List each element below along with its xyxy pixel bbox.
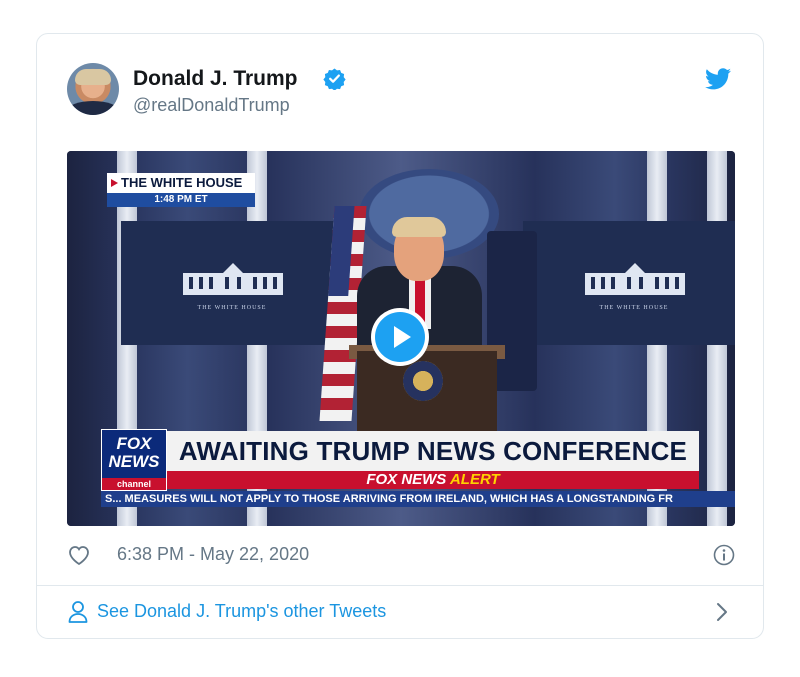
heart-icon[interactable] (67, 544, 91, 566)
network-bug: THE WHITE HOUSE 1:48 PM ET (107, 173, 255, 207)
chevron-right-icon[interactable] (715, 601, 729, 623)
play-button[interactable] (371, 308, 429, 366)
verified-badge-icon (323, 68, 346, 90)
avatar-suit (67, 101, 119, 115)
avatar[interactable] (67, 63, 119, 115)
play-icon[interactable] (375, 312, 425, 362)
logo-line3: channel (102, 478, 166, 490)
logo-line2: NEWS (108, 452, 160, 471)
lower-third: FOX NEWS channel AWAITING TRUMP NEWS CON… (101, 429, 735, 523)
bug-title: THE WHITE HOUSE (107, 173, 255, 193)
presidential-seal (403, 361, 443, 401)
tweet-timestamp[interactable]: 6:38 PM - May 22, 2020 (117, 544, 309, 565)
news-alert-bar: FOX NEWS ALERT (167, 471, 699, 489)
logo-line1: FOX (116, 434, 152, 453)
news-ticker: S... MEASURES WILL NOT APPLY TO THOSE AR… (101, 491, 735, 507)
white-house-icon (585, 263, 685, 295)
alert-word: ALERT (449, 471, 500, 488)
white-house-icon (183, 263, 283, 295)
fox-news-logo: FOX NEWS channel (101, 429, 167, 491)
other-tweets-link[interactable]: See Donald J. Trump's other Tweets (37, 586, 763, 638)
other-tweets-label[interactable]: See Donald J. Trump's other Tweets (97, 601, 386, 622)
video-player[interactable]: THE WHITE HOUSE THE WHITE HOUSE THE WHIT… (67, 151, 735, 526)
video-panel-left: THE WHITE HOUSE (121, 221, 343, 345)
news-headline: AWAITING TRUMP NEWS CONFERENCE (167, 431, 699, 471)
author-name[interactable]: Donald J. Trump (133, 67, 298, 91)
panel-caption: THE WHITE HOUSE (197, 305, 267, 311)
panel-caption: THE WHITE HOUSE (599, 305, 669, 311)
tweet-embed-card: Donald J. Trump @realDonaldTrump THE WHI… (36, 33, 764, 639)
alert-prefix: FOX NEWS (366, 471, 447, 488)
bug-time: 1:48 PM ET (107, 193, 255, 207)
speaker-hair (392, 217, 446, 237)
video-panel-right: THE WHITE HOUSE (523, 221, 735, 345)
twitter-bird-icon[interactable] (705, 68, 731, 90)
person-icon (68, 601, 88, 623)
info-icon[interactable] (713, 544, 735, 566)
tweet-meta: 6:38 PM - May 22, 2020 (67, 541, 735, 571)
author-handle[interactable]: @realDonaldTrump (133, 95, 290, 116)
tweet-header: Donald J. Trump @realDonaldTrump (37, 34, 763, 144)
avatar-hair (75, 69, 111, 85)
